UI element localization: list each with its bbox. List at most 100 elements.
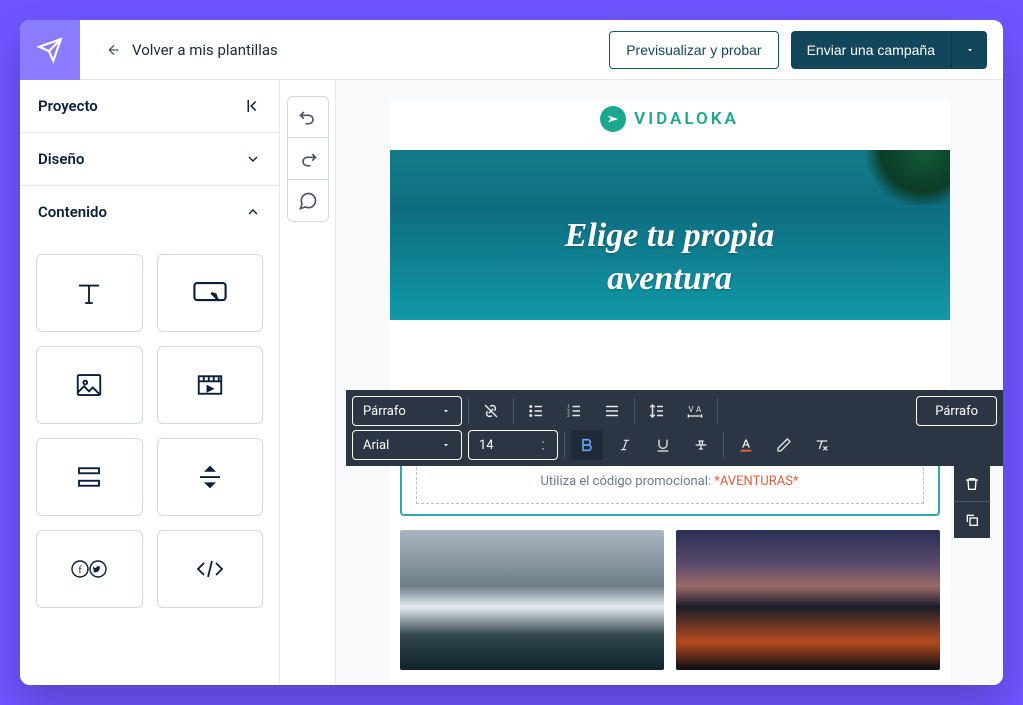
text-line2: Utiliza el código promocional: *AVENTURA… — [427, 471, 913, 493]
letter-spacing-button[interactable]: VA — [679, 396, 711, 426]
style-select[interactable]: Párrafo — [352, 396, 462, 426]
block-duplicate-button[interactable] — [954, 502, 990, 538]
content-header[interactable]: Contenido — [20, 186, 279, 238]
tile-html[interactable] — [157, 530, 264, 608]
tile-divider[interactable] — [157, 438, 264, 516]
text-color-button[interactable] — [730, 430, 762, 460]
tile-spacer[interactable] — [36, 438, 143, 516]
photo-city[interactable] — [676, 530, 940, 670]
button-icon — [193, 278, 227, 308]
underline-button[interactable] — [647, 430, 679, 460]
clear-format-button[interactable] — [806, 430, 838, 460]
text-color-icon — [738, 436, 754, 454]
divider-icon — [195, 462, 225, 492]
brand-name: VIDALOKA — [634, 109, 739, 129]
caret-down-icon — [441, 440, 451, 450]
content-tiles: f — [20, 238, 279, 624]
trash-icon — [964, 476, 980, 492]
bullet-list-icon — [527, 402, 545, 420]
clear-format-icon — [813, 437, 831, 453]
hero-block[interactable]: Elige tu propia aventura — [390, 150, 950, 320]
tile-text[interactable] — [36, 254, 143, 332]
plane-icon — [600, 106, 626, 132]
unlink-button[interactable] — [475, 396, 507, 426]
unlink-icon — [482, 402, 500, 420]
strike-icon — [693, 437, 709, 453]
caret-down-icon — [539, 446, 547, 452]
format-row-1: Párrafo 123 — [352, 396, 997, 426]
numbered-list-button[interactable]: 123 — [558, 396, 590, 426]
copy-icon — [964, 512, 980, 528]
paragraph-chip[interactable]: Párrafo — [916, 396, 997, 426]
undo-icon — [298, 107, 318, 127]
canvas: VIDALOKA Elige tu propia aventura — [336, 80, 1003, 685]
caret-up-icon — [539, 439, 547, 445]
tile-social[interactable]: f — [36, 530, 143, 608]
strike-button[interactable] — [685, 430, 717, 460]
format-toolbar: Párrafo 123 — [346, 390, 1003, 466]
photo-mountain[interactable] — [400, 530, 664, 670]
collapse-left-icon — [243, 97, 261, 115]
undo-button[interactable] — [287, 96, 329, 138]
send-button-group: Enviar una campaña — [791, 31, 987, 69]
comments-button[interactable] — [287, 180, 329, 222]
chevron-up-icon — [245, 204, 261, 220]
image-icon — [74, 370, 104, 400]
redo-icon — [298, 149, 318, 169]
letter-spacing-icon: VA — [685, 402, 705, 420]
hero-line1: Elige tu propia — [565, 215, 775, 258]
caret-down-icon — [965, 45, 975, 55]
font-select[interactable]: Arial — [352, 430, 462, 460]
send-dropdown-button[interactable] — [951, 31, 987, 69]
svg-text:f: f — [79, 565, 83, 576]
sidebar: Proyecto Diseño Contenido — [20, 80, 280, 685]
italic-icon — [618, 437, 632, 453]
tile-button[interactable] — [157, 254, 264, 332]
redo-button[interactable] — [287, 138, 329, 180]
highlight-button[interactable] — [768, 430, 800, 460]
bullet-list-button[interactable] — [520, 396, 552, 426]
tile-image[interactable] — [36, 346, 143, 424]
project-header[interactable]: Proyecto — [20, 80, 279, 132]
video-icon — [195, 370, 225, 400]
underline-icon — [655, 437, 671, 453]
line-height-icon — [648, 402, 666, 420]
design-header[interactable]: Diseño — [20, 133, 279, 185]
photo-row — [390, 526, 950, 680]
chevron-down-icon — [245, 151, 261, 167]
numbered-list-icon: 123 — [565, 402, 583, 420]
preview-button[interactable]: Previsualizar y probar — [609, 31, 778, 69]
bold-icon — [579, 437, 595, 453]
svg-text:A: A — [696, 405, 702, 415]
html-icon — [193, 557, 227, 581]
italic-button[interactable] — [609, 430, 641, 460]
social-icon: f — [69, 557, 109, 581]
caret-down-icon — [441, 406, 451, 416]
comment-icon — [298, 191, 318, 211]
svg-text:V: V — [688, 405, 694, 415]
app-logo[interactable] — [20, 20, 80, 80]
send-icon — [37, 37, 63, 63]
arrow-left-icon — [106, 42, 122, 58]
tile-video[interactable] — [157, 346, 264, 424]
hero-line2: aventura — [607, 258, 732, 301]
line-height-button[interactable] — [641, 396, 673, 426]
block-delete-button[interactable] — [954, 466, 990, 502]
toolstrip — [280, 80, 336, 685]
text-icon — [74, 278, 104, 308]
topbar: Volver a mis plantillas Previsualizar y … — [20, 20, 1003, 80]
size-select[interactable]: 14 — [468, 430, 558, 460]
brand: VIDALOKA — [390, 100, 950, 150]
accordion-design: Diseño — [20, 133, 279, 186]
app-window: Volver a mis plantillas Previsualizar y … — [20, 20, 1003, 685]
align-button[interactable] — [596, 396, 628, 426]
promo-code: *AVENTURAS* — [714, 474, 798, 489]
accordion-content: Contenido — [20, 186, 279, 624]
body: Proyecto Diseño Contenido — [20, 80, 1003, 685]
svg-text:3: 3 — [567, 413, 570, 419]
bold-button[interactable] — [571, 430, 603, 460]
send-campaign-button[interactable]: Enviar una campaña — [791, 31, 951, 69]
back-link[interactable]: Volver a mis plantillas — [106, 41, 278, 59]
align-icon — [603, 402, 621, 420]
back-label: Volver a mis plantillas — [132, 41, 278, 59]
